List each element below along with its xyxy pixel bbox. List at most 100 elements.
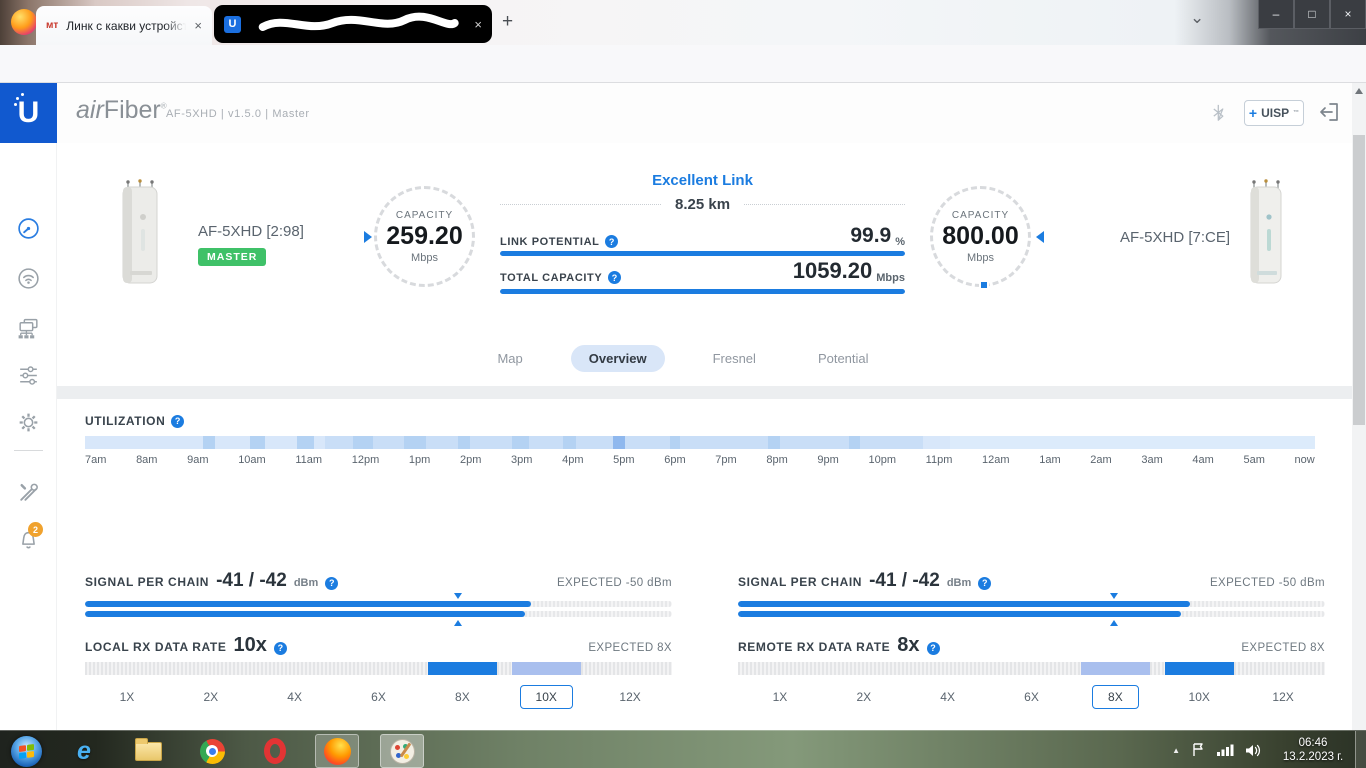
chain-bars: [85, 593, 672, 627]
help-icon[interactable]: ?: [274, 642, 287, 655]
expected-rate: EXPECTED 8X: [1241, 642, 1325, 654]
link-distance-row: 8.25 km: [500, 196, 905, 213]
ubiquiti-logo[interactable]: U: [0, 83, 57, 143]
help-icon[interactable]: ?: [608, 271, 621, 284]
tab-map[interactable]: Map: [483, 345, 536, 372]
chain1-fill: [85, 611, 525, 617]
chain0-fill: [738, 601, 1190, 607]
remote-signal-panel: SIGNAL PER CHAIN -41 / -42 dBm ? EXPECTE…: [738, 570, 1325, 720]
logout-icon[interactable]: [1318, 101, 1340, 123]
expected-marker-icon: [454, 593, 462, 599]
taskbar-firefox-active[interactable]: [315, 734, 359, 768]
tray-expand-icon[interactable]: ▲: [1172, 746, 1180, 755]
tray-time: 06:46: [1272, 736, 1354, 750]
network-signal-icon[interactable]: [1216, 743, 1234, 757]
taskbar-paint-active[interactable]: [380, 734, 424, 768]
taskbar-internet-explorer[interactable]: e: [62, 734, 106, 768]
start-button[interactable]: [4, 734, 48, 768]
restore-button[interactable]: □: [1294, 0, 1330, 29]
opera-icon: [264, 738, 286, 764]
master-badge: MASTER: [198, 248, 266, 266]
system-tray: ▲ 06:46 13.2.2023 г.: [1172, 731, 1354, 768]
sidebar-item-tools-icon[interactable]: [16, 480, 41, 505]
expected-signal: EXPECTED -50 dBm: [557, 577, 672, 589]
help-icon[interactable]: ?: [171, 415, 184, 428]
tab-fresnel[interactable]: Fresnel: [699, 345, 770, 372]
screen: мт Линк с какви устройства на бк × U × +…: [0, 0, 1366, 768]
signal-per-chain-header: SIGNAL PER CHAIN -41 / -42 dBm ? EXPECTE…: [85, 570, 672, 592]
scroll-up-icon[interactable]: [1355, 88, 1363, 94]
help-icon[interactable]: ?: [605, 235, 618, 248]
local-device-info: AF-5XHD [2:98] MASTER: [198, 223, 304, 266]
flow-arrow-left-icon: [1036, 231, 1044, 243]
tab-potential[interactable]: Potential: [804, 345, 883, 372]
rate-bar: [738, 662, 1325, 675]
rate-bar: [85, 662, 672, 675]
tab-title: Линк с какви устройства на бк: [66, 19, 186, 33]
taskbar-file-explorer[interactable]: [126, 734, 170, 768]
bluetooth-icon[interactable]: [1212, 104, 1226, 123]
browser-navbar: ← → ☆: [0, 45, 1366, 83]
list-tabs-chevron-icon[interactable]: ⌄: [1190, 8, 1204, 28]
local-signal-panel: SIGNAL PER CHAIN -41 / -42 dBm ? EXPECTE…: [85, 570, 672, 720]
chain0-fill: [85, 601, 531, 607]
tab-close-icon[interactable]: ×: [474, 17, 482, 32]
local-capacity-gauge: CAPACITY 259.20 Mbps: [374, 186, 475, 287]
uisp-button[interactable]: + UISP ™: [1244, 100, 1304, 126]
new-tab-button[interactable]: +: [502, 11, 513, 33]
section-divider: [57, 386, 1352, 399]
total-capacity-fill: [500, 289, 905, 294]
local-device-image: [106, 179, 174, 287]
gauge-marker: [979, 280, 989, 290]
utilization-strip[interactable]: [85, 436, 1315, 449]
sidebar-item-settings-gear-icon[interactable]: [16, 410, 41, 435]
page-scrollbar[interactable]: [1352, 83, 1366, 730]
window-controls: – □ ×: [1258, 0, 1366, 29]
sidebar-item-dashboard-icon[interactable]: [16, 216, 41, 241]
link-distance: 8.25 km: [675, 196, 730, 213]
browser-tab-2-redacted[interactable]: U ×: [214, 5, 492, 43]
airfiber-app: U airFiber® AF-5XHD | v1.5.0 | Master + …: [0, 83, 1366, 730]
paint-icon: [390, 739, 415, 764]
local-device-model: AF-5XHD [2:98]: [198, 223, 304, 240]
chain0-bar: [738, 601, 1325, 607]
tray-date: 13.2.2023 г.: [1272, 750, 1354, 764]
link-potential-bar: [500, 251, 905, 256]
rate-value: 10x: [233, 634, 266, 657]
sidebar-item-network-icon[interactable]: [16, 316, 41, 341]
alert-count-badge: 2: [28, 522, 43, 537]
browser-tab-1[interactable]: мт Линк с какви устройства на бк ×: [36, 6, 212, 45]
chain1-bar: [738, 611, 1325, 617]
action-center-flag-icon[interactable]: [1190, 742, 1206, 758]
link-potential-row: LINK POTENTIAL ? 99.9 %: [500, 224, 905, 248]
site-favicon-mt: мт: [46, 20, 58, 31]
close-button[interactable]: ×: [1330, 0, 1366, 29]
remote-capacity-gauge: CAPACITY 800.00 Mbps: [930, 186, 1031, 287]
tab-overview[interactable]: Overview: [571, 345, 665, 372]
signal-value: -41 / -42: [869, 570, 940, 592]
signal-value: -41 / -42: [216, 570, 287, 592]
firefox-icon[interactable]: [11, 9, 37, 35]
expected-marker-icon: [1110, 593, 1118, 599]
clock[interactable]: 06:46 13.2.2023 г.: [1272, 736, 1354, 764]
taskbar-chrome[interactable]: [190, 734, 234, 768]
scrollbar-thumb[interactable]: [1353, 135, 1365, 425]
sidebar-item-alerts[interactable]: 2: [0, 526, 57, 554]
sidebar-item-wireless-icon[interactable]: [16, 266, 41, 291]
chain-bars: [738, 593, 1325, 627]
tab-close-icon[interactable]: ×: [194, 18, 202, 33]
show-desktop-button[interactable]: [1355, 731, 1366, 768]
browser-titlebar: мт Линк с какви устройства на бк × U × +…: [0, 0, 1366, 45]
help-icon[interactable]: ?: [325, 577, 338, 590]
rx-data-rate-header: REMOTE RX DATA RATE 8x ? EXPECTED 8X: [738, 634, 1325, 657]
remote-device-image: [1238, 179, 1294, 287]
utilization-header: UTILIZATION ?: [85, 414, 184, 428]
local-capacity-value: 259.20: [386, 222, 462, 251]
volume-icon[interactable]: [1244, 743, 1262, 758]
taskbar-opera[interactable]: [253, 734, 297, 768]
help-icon[interactable]: ?: [978, 577, 991, 590]
minimize-button[interactable]: –: [1258, 0, 1294, 29]
help-icon[interactable]: ?: [927, 642, 940, 655]
link-potential-value: 99.9: [850, 224, 891, 248]
utilization-ticks: 7am8am9am10am11am12pm1pm2pm3pm4pm5pm6pm7…: [85, 454, 1315, 466]
